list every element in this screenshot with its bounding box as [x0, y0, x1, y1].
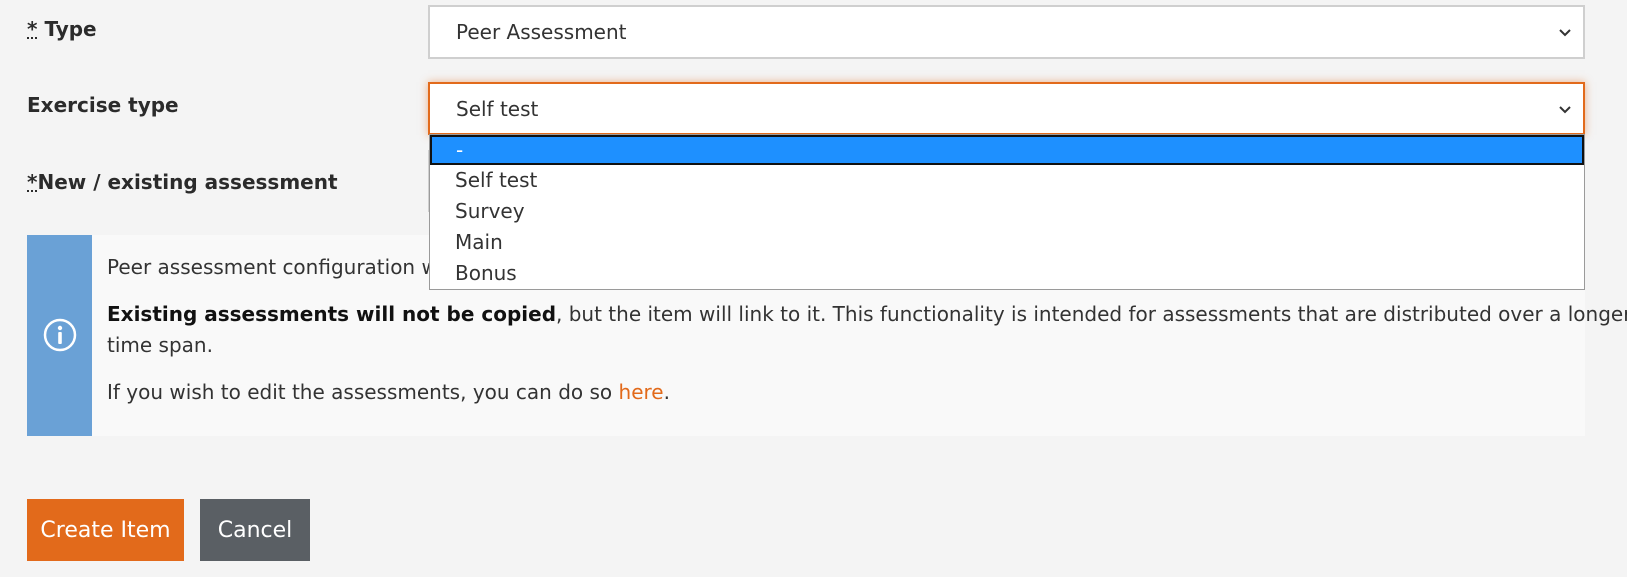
required-marker: *: [27, 170, 38, 194]
exercise-type-dropdown-list[interactable]: - Self test Survey Main Bonus: [429, 134, 1585, 290]
info-text-line: If you wish to edit the assessments, you…: [107, 380, 670, 404]
dropdown-option[interactable]: Survey: [430, 196, 1584, 226]
exercise-type-select-value: Self test: [456, 96, 539, 121]
create-item-button[interactable]: Create Item: [27, 499, 184, 561]
info-bar: [27, 235, 92, 436]
exercise-type-select[interactable]: Self test: [428, 82, 1585, 135]
assessment-label: *New / existing assessment: [27, 170, 338, 194]
required-marker: *: [27, 17, 38, 41]
info-circle-icon: [43, 318, 77, 352]
info-text-line: Existing assessments will not be copied,…: [107, 302, 1627, 326]
info-text-line: Peer assessment configuration wi: [107, 255, 444, 279]
chevron-down-icon: [1559, 105, 1571, 113]
exercise-type-label: Exercise type: [27, 93, 179, 117]
info-text-line: time span.: [107, 333, 213, 357]
dropdown-option[interactable]: Bonus: [430, 258, 1584, 288]
dropdown-option[interactable]: Self test: [430, 165, 1584, 195]
dropdown-option[interactable]: Main: [430, 227, 1584, 257]
cancel-button[interactable]: Cancel: [200, 499, 310, 561]
info-bold-text: Existing assessments will not be copied: [107, 302, 557, 326]
dropdown-option[interactable]: -: [430, 135, 1584, 165]
type-select-value: Peer Assessment: [456, 20, 627, 44]
edit-assessments-link[interactable]: here: [619, 380, 664, 404]
type-select[interactable]: Peer Assessment: [428, 5, 1585, 59]
chevron-down-icon: [1559, 29, 1571, 37]
type-label: * Type: [27, 17, 97, 41]
